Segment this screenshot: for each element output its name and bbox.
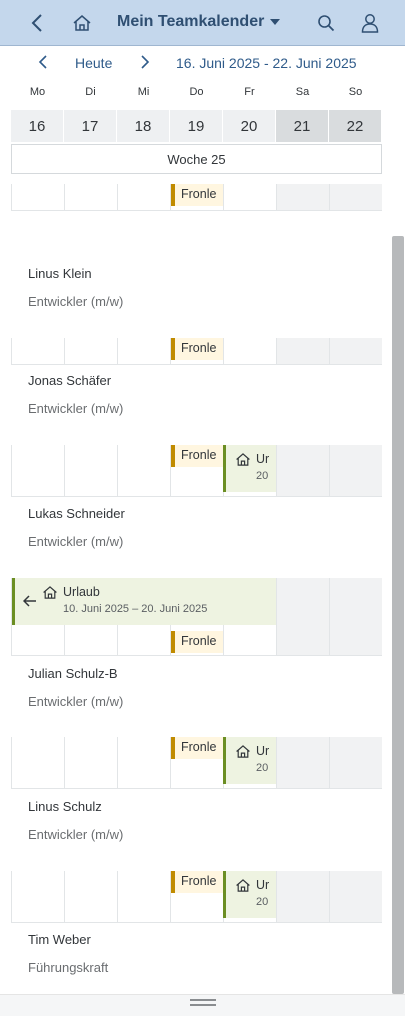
vacation-appointment[interactable]: Ur 20 xyxy=(223,871,276,918)
day-cell-weekend[interactable] xyxy=(329,578,382,655)
vacation-title: Ur xyxy=(256,878,270,892)
home-icon xyxy=(236,453,250,466)
vacation-range: 20 xyxy=(256,896,269,908)
person-role: Führungskraft xyxy=(28,960,109,975)
day-cell[interactable] xyxy=(117,445,170,496)
person-role: Entwickler (m/w) xyxy=(28,401,124,416)
app-header: Mein Teamkalender xyxy=(0,0,405,46)
vacation-title: Urlaub xyxy=(63,585,100,599)
home-icon xyxy=(236,745,250,758)
holiday-appointment[interactable]: Fronle xyxy=(171,338,223,360)
date-cell[interactable]: 18 xyxy=(117,110,169,142)
weekday-label: Mi xyxy=(137,86,150,98)
day-cell[interactable] xyxy=(223,338,276,364)
date-range[interactable]: 16. Juni 2025 - 22. Juni 2025 xyxy=(176,55,357,71)
day-cell-weekend[interactable] xyxy=(329,871,382,922)
person-role: Entwickler (m/w) xyxy=(28,827,124,842)
day-cell[interactable] xyxy=(64,445,117,496)
weekday-label: Mo xyxy=(29,86,46,98)
person-name[interactable]: Linus Klein xyxy=(28,266,92,281)
day-cell-weekend[interactable] xyxy=(329,184,382,210)
week-label: Woche 25 xyxy=(11,144,382,174)
weekday-header: Mo Di Mi Do Fr Sa So xyxy=(11,86,382,104)
holiday-appointment[interactable]: Fronle xyxy=(171,737,223,759)
day-cell[interactable] xyxy=(11,445,64,496)
day-cell-weekend[interactable] xyxy=(276,737,329,788)
back-icon[interactable] xyxy=(22,8,52,38)
day-cell-weekend[interactable] xyxy=(276,578,329,655)
person-name[interactable]: Jonas Schäfer xyxy=(28,373,111,388)
day-cell-weekend[interactable] xyxy=(329,737,382,788)
weekday-label: Sa xyxy=(295,86,310,98)
date-cell[interactable]: 20 xyxy=(223,110,275,142)
date-cell[interactable]: 16 xyxy=(11,110,63,142)
vacation-range: 20 xyxy=(256,470,269,482)
day-cell[interactable] xyxy=(11,737,64,788)
home-icon xyxy=(43,586,57,599)
day-cell[interactable] xyxy=(117,338,170,364)
day-cell[interactable] xyxy=(64,184,117,210)
holiday-appointment[interactable]: Fronle xyxy=(171,631,223,653)
page-title[interactable]: Mein Teamkalender xyxy=(117,13,281,31)
date-navigation: Heute 16. Juni 2025 - 22. Juni 2025 xyxy=(0,46,390,80)
calendar-content: Heute 16. Juni 2025 - 22. Juni 2025 Mo D… xyxy=(0,46,405,1016)
previous-week-icon[interactable] xyxy=(33,52,53,72)
date-cell[interactable]: 17 xyxy=(64,110,116,142)
person-name[interactable]: Linus Schulz xyxy=(28,799,102,814)
vacation-range: 20 xyxy=(256,762,269,774)
day-cell[interactable] xyxy=(11,184,64,210)
user-icon[interactable] xyxy=(355,8,385,38)
weekday-label: Do xyxy=(189,86,204,98)
weekday-label: Di xyxy=(85,86,96,98)
day-cell[interactable] xyxy=(64,737,117,788)
vacation-appointment[interactable]: Ur 20 xyxy=(223,445,276,492)
person-role: Entwickler (m/w) xyxy=(28,694,124,709)
person-role: Entwickler (m/w) xyxy=(28,294,124,309)
day-cell-weekend[interactable] xyxy=(329,445,382,496)
date-cell-weekend[interactable]: 22 xyxy=(329,110,381,142)
person-role: Entwickler (m/w) xyxy=(28,534,124,549)
day-cell-weekend[interactable] xyxy=(276,184,329,210)
day-cell-weekend[interactable] xyxy=(276,871,329,922)
day-cell[interactable] xyxy=(11,338,64,364)
day-cell[interactable] xyxy=(117,184,170,210)
today-link[interactable]: Heute xyxy=(75,55,112,71)
vacation-range: 10. Juni 2025 – 20. Juni 2025 xyxy=(63,603,208,615)
chevron-down-icon xyxy=(270,19,281,25)
resize-grip-icon[interactable] xyxy=(190,999,216,1007)
weekday-label: Fr xyxy=(244,86,255,98)
person-name[interactable]: Tim Weber xyxy=(28,932,91,947)
holiday-appointment[interactable]: Fronle xyxy=(171,871,223,893)
day-cell[interactable] xyxy=(64,338,117,364)
vacation-title: Ur xyxy=(256,452,270,466)
vacation-appointment[interactable]: Urlaub 10. Juni 2025 – 20. Juni 2025 xyxy=(12,578,276,625)
holiday-appointment[interactable]: Fronle xyxy=(171,184,223,206)
bottom-bar xyxy=(0,994,405,1016)
vacation-title: Ur xyxy=(256,744,270,758)
day-cell-weekend[interactable] xyxy=(276,445,329,496)
day-cell[interactable] xyxy=(117,737,170,788)
date-header: 16 17 18 19 20 21 22 xyxy=(11,110,382,142)
day-cell-weekend[interactable] xyxy=(329,338,382,364)
vacation-appointment[interactable]: Ur 20 xyxy=(223,737,276,784)
weekday-label: So xyxy=(348,86,363,98)
arrow-left-icon xyxy=(23,595,36,607)
vertical-scrollbar[interactable] xyxy=(392,236,404,994)
date-cell[interactable]: 19 xyxy=(170,110,222,142)
holiday-appointment[interactable]: Fronle xyxy=(171,445,223,467)
person-name[interactable]: Julian Schulz-B xyxy=(28,666,118,681)
home-icon[interactable] xyxy=(67,8,97,38)
day-cell-weekend[interactable] xyxy=(276,338,329,364)
home-icon xyxy=(236,879,250,892)
person-name[interactable]: Lukas Schneider xyxy=(28,506,125,521)
day-cell[interactable] xyxy=(64,871,117,922)
search-icon[interactable] xyxy=(311,8,341,38)
date-cell-weekend[interactable]: 21 xyxy=(276,110,328,142)
day-cell[interactable] xyxy=(11,871,64,922)
page-title-text: Mein Teamkalender xyxy=(117,13,265,30)
day-cell[interactable] xyxy=(117,871,170,922)
day-cell[interactable] xyxy=(223,184,276,210)
team-calendar-list[interactable]: Fronle Linus Klein Entwickler (m/w) Fron… xyxy=(0,174,405,986)
next-week-icon[interactable] xyxy=(135,52,155,72)
